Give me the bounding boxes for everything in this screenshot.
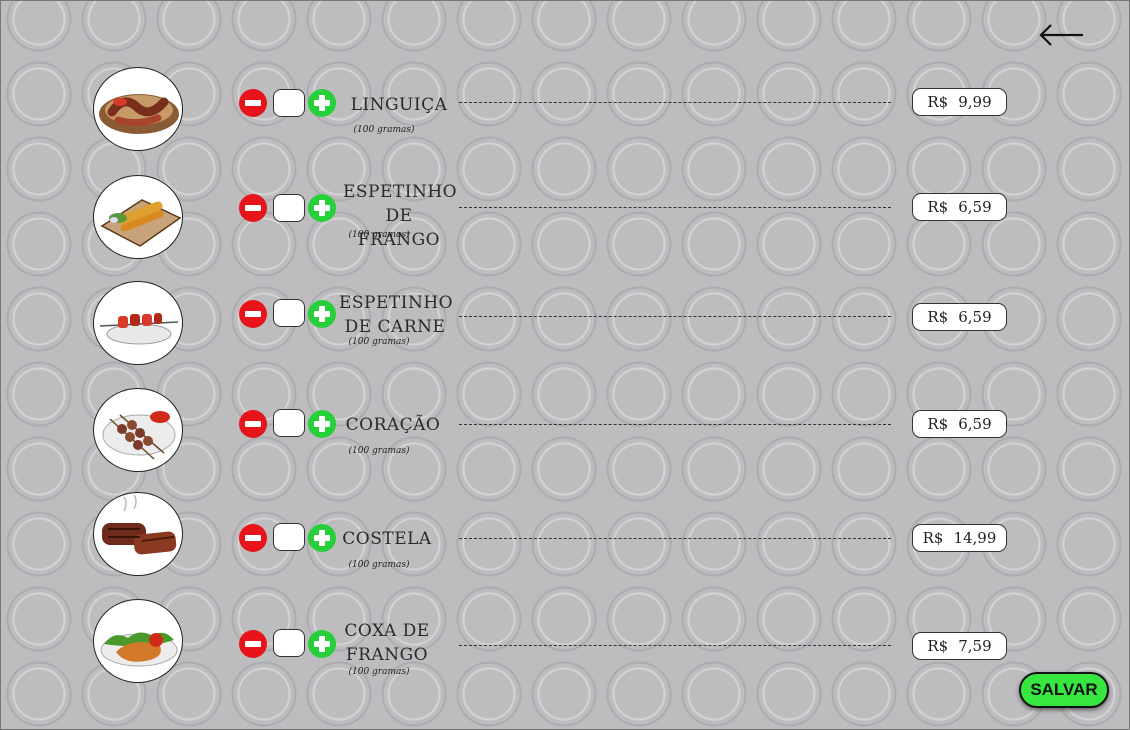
increase-quantity-button[interactable]: [308, 89, 336, 117]
price-box: R$ 6,59: [912, 303, 1007, 331]
currency-label: R$: [922, 529, 944, 547]
item-name: LINGUIÇA: [350, 95, 448, 115]
quantity-input[interactable]: [273, 299, 305, 327]
food-image-espetinho-frango: [93, 175, 183, 259]
price-value: 6,59: [958, 415, 992, 433]
decrease-quantity-button[interactable]: [239, 410, 267, 438]
quantity-input[interactable]: [273, 523, 305, 551]
price-box: R$ 9,99: [912, 88, 1007, 116]
menu-item-row: COSTELA (100 gramas) R$ 14,99: [1, 492, 1130, 592]
item-name: ESPETINHO DE FRANGO: [343, 182, 458, 250]
quantity-input[interactable]: [273, 89, 305, 117]
item-name: COXA DE FRANGO: [344, 621, 430, 665]
back-arrow-icon[interactable]: [1037, 17, 1085, 53]
item-unit: (100 gramas): [348, 230, 410, 240]
item-unit: (100 gramas): [348, 560, 410, 570]
save-button[interactable]: SALVAR: [1019, 672, 1109, 708]
decrease-quantity-button[interactable]: [239, 524, 267, 552]
item-unit: (100 gramas): [348, 667, 410, 677]
item-unit: (100 gramas): [348, 337, 410, 347]
dotted-leader: [459, 424, 891, 425]
item-unit: (100 gramas): [353, 125, 415, 135]
currency-label: R$: [927, 93, 949, 111]
decrease-quantity-button[interactable]: [239, 630, 267, 658]
price-box: R$ 7,59: [912, 632, 1007, 660]
quantity-input[interactable]: [273, 409, 305, 437]
item-name: ESPETINHO DE CARNE: [339, 293, 454, 337]
currency-label: R$: [927, 415, 949, 433]
decrease-quantity-button[interactable]: [239, 194, 267, 222]
dotted-leader: [459, 102, 891, 103]
quantity-input[interactable]: [273, 194, 305, 222]
price-value: 6,59: [958, 198, 992, 216]
price-box: R$ 6,59: [912, 193, 1007, 221]
price-box: R$ 6,59: [912, 410, 1007, 438]
food-image-linguica: [93, 67, 183, 151]
price-value: 9,99: [958, 93, 992, 111]
increase-quantity-button[interactable]: [308, 300, 336, 328]
food-image-costela: [93, 492, 183, 576]
dotted-leader: [459, 207, 891, 208]
currency-label: R$: [927, 637, 949, 655]
item-unit: (100 gramas): [348, 446, 410, 456]
food-image-espetinho-carne: [93, 281, 183, 365]
dotted-leader: [459, 316, 891, 317]
menu-item-row: COXA DE FRANGO (100 gramas) R$ 7,59: [1, 599, 1130, 699]
menu-item-row: LINGUIÇA (100 gramas) R$ 9,99: [1, 67, 1130, 167]
decrease-quantity-button[interactable]: [239, 89, 267, 117]
menu-item-row: ESPETINHO DE FRANGO (100 gramas) R$ 6,59: [1, 173, 1130, 273]
item-name: COSTELA: [342, 529, 432, 549]
dotted-leader: [459, 538, 891, 539]
menu-item-row: CORAÇÃO (100 gramas) R$ 6,59: [1, 388, 1130, 488]
price-box: R$ 14,99: [912, 524, 1007, 552]
dotted-leader: [459, 645, 891, 646]
price-value: 14,99: [953, 529, 997, 547]
quantity-input[interactable]: [273, 629, 305, 657]
price-value: 6,59: [958, 308, 992, 326]
increase-quantity-button[interactable]: [308, 194, 336, 222]
item-name: CORAÇÃO: [345, 415, 441, 435]
menu-item-row: ESPETINHO DE CARNE (100 gramas) R$ 6,59: [1, 281, 1130, 381]
food-image-coracao: [93, 388, 183, 472]
food-image-coxa-frango: [93, 599, 183, 683]
decrease-quantity-button[interactable]: [239, 300, 267, 328]
price-value: 7,59: [958, 637, 992, 655]
currency-label: R$: [927, 308, 949, 326]
currency-label: R$: [927, 198, 949, 216]
increase-quantity-button[interactable]: [308, 410, 336, 438]
